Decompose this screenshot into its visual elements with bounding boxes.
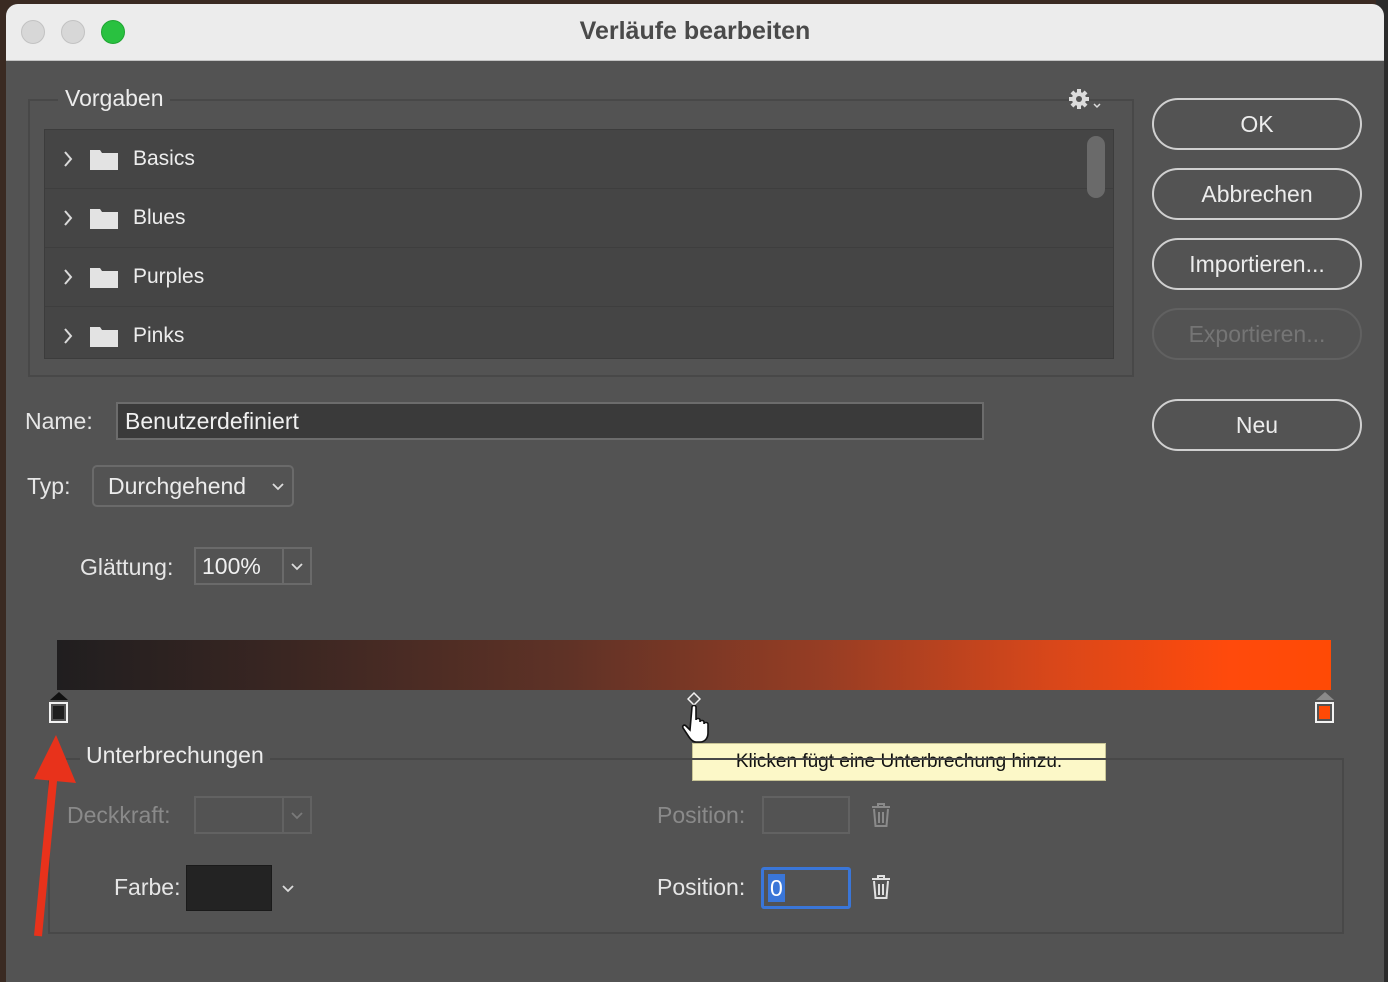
dialog-content: Vorgaben Basics Blues Purples Pinks OK A… xyxy=(6,61,1384,982)
folder-icon xyxy=(90,209,118,229)
new-button[interactable]: Neu xyxy=(1152,399,1362,451)
color-position-input[interactable]: 0 xyxy=(761,867,851,909)
opacity-dropdown-button[interactable] xyxy=(282,796,312,834)
red-annotation-arrow-icon xyxy=(34,735,76,937)
gradient-editor-dialog: Verläufe bearbeiten Vorgaben Basics Blue… xyxy=(6,4,1384,982)
title-bar: Verläufe bearbeiten xyxy=(6,4,1384,61)
color-stop-start[interactable] xyxy=(48,691,70,725)
presets-group-title: Vorgaben xyxy=(58,85,171,112)
preset-folder-label: Basics xyxy=(133,147,195,170)
name-field[interactable]: Benutzerdefiniert xyxy=(116,402,984,440)
preset-folder-basics[interactable]: Basics xyxy=(45,130,1113,189)
chevron-right-icon[interactable] xyxy=(63,209,73,227)
chevron-right-icon[interactable] xyxy=(63,268,73,286)
name-label: Name: xyxy=(25,408,93,434)
ok-button[interactable]: OK xyxy=(1152,98,1362,150)
preset-list-scrollbar[interactable] xyxy=(1087,136,1105,198)
smoothness-dropdown-button[interactable] xyxy=(282,547,312,585)
preset-list[interactable]: Basics Blues Purples Pinks xyxy=(44,129,1114,359)
chevron-down-icon[interactable] xyxy=(282,884,294,894)
gradient-preview-bar[interactable] xyxy=(57,640,1331,690)
preset-folder-label: Blues xyxy=(133,206,186,229)
stops-group-title: Unterbrechungen xyxy=(80,742,270,769)
opacity-position-input[interactable] xyxy=(762,796,850,834)
folder-icon xyxy=(90,327,118,347)
opacity-position-label: Position: xyxy=(657,802,746,828)
preset-folder-pinks[interactable]: Pinks xyxy=(45,307,1113,358)
color-swatch[interactable] xyxy=(186,865,272,911)
chevron-down-icon xyxy=(291,812,303,820)
cancel-button[interactable]: Abbrechen xyxy=(1152,168,1362,220)
export-button[interactable]: Exportieren... xyxy=(1152,308,1362,360)
chevron-right-icon[interactable] xyxy=(63,150,73,168)
window-title: Verläufe bearbeiten xyxy=(579,17,811,45)
color-stop-end[interactable] xyxy=(1314,691,1336,725)
color-swatch-fill xyxy=(187,866,271,910)
gear-icon[interactable] xyxy=(1068,87,1104,117)
hand-pointer-cursor-icon xyxy=(681,704,709,743)
folder-icon xyxy=(90,150,118,170)
color-position-value: 0 xyxy=(768,874,785,902)
chevron-down-icon xyxy=(272,483,284,491)
delete-opacity-stop-icon[interactable] xyxy=(870,802,892,828)
type-dropdown[interactable]: Durchgehend xyxy=(92,465,294,507)
import-button[interactable]: Importieren... xyxy=(1152,238,1362,290)
preset-folder-label: Pinks xyxy=(133,324,185,347)
folder-icon xyxy=(90,268,118,288)
type-label: Typ: xyxy=(27,473,71,499)
preset-folder-blues[interactable]: Blues xyxy=(45,189,1113,248)
opacity-input[interactable] xyxy=(194,796,282,834)
delete-color-stop-icon[interactable] xyxy=(870,874,892,900)
chevron-down-icon xyxy=(291,563,303,571)
smoothness-input[interactable]: 100% xyxy=(194,547,282,585)
preset-folder-purples[interactable]: Purples xyxy=(45,248,1113,307)
color-label: Farbe: xyxy=(114,874,181,900)
chevron-right-icon[interactable] xyxy=(63,327,73,345)
preset-folder-label: Purples xyxy=(133,265,205,288)
smoothness-label: Glättung: xyxy=(80,554,174,580)
color-position-label: Position: xyxy=(657,874,746,900)
type-dropdown-value: Durchgehend xyxy=(108,473,247,499)
